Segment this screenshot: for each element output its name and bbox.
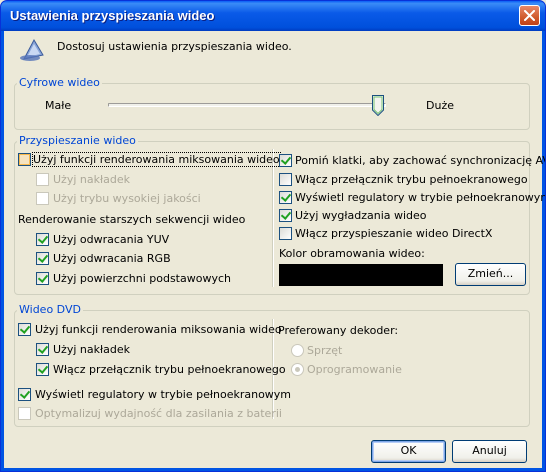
fullscreen-switch-label[interactable]: Włącz przełącznik trybu pełnoekranowego [295,173,528,186]
slider-max-label: Duże [426,99,454,112]
software-decoder-label[interactable]: Oprogramowanie [307,363,402,376]
primary-surfaces-label[interactable]: Użyj powierzchni podstawowych [53,272,231,285]
directx-label[interactable]: Włącz przyspieszanie wideo DirectX [295,227,492,240]
directx-checkbox[interactable] [279,227,292,240]
size-slider-track[interactable] [108,103,386,107]
video-accelerator-icon [20,38,44,61]
smoothing-label[interactable]: Użyj wygładzania wideo [295,209,427,222]
skip-frames-label[interactable]: Pomiń klatki, aby zachować synchronizacj… [295,154,545,167]
rgb-label[interactable]: Użyj odwracania RGB [53,252,171,265]
yuv-checkbox[interactable] [36,233,49,246]
size-slider-thumb[interactable] [372,95,384,116]
cancel-button[interactable]: Anuluj [452,440,527,463]
dvd-overlays-checkbox[interactable] [36,343,49,356]
software-decoder-radio[interactable] [291,363,304,376]
fullscreen-controls-label[interactable]: Wyświetl regulatory w trybie pełnoekrano… [295,191,545,204]
window-title: Ustawienia przyspieszania wideo [10,8,215,23]
battery-optimize-label[interactable]: Optymalizuj wydajność dla zasilania z ba… [35,407,282,420]
high-quality-checkbox[interactable] [36,192,49,205]
video-acceleration-legend: Przyspieszanie wideo [17,134,138,147]
dvd-video-legend: Wideo DVD [17,303,83,316]
hardware-decoder-label[interactable]: Sprzęt [307,344,342,357]
slider-min-label: Małe [45,99,72,112]
battery-optimize-checkbox[interactable] [18,407,31,420]
smoothing-checkbox[interactable] [279,209,292,222]
dvd-overlays-label[interactable]: Użyj nakładek [53,343,130,356]
border-color-label: Kolor obramowania wideo: [279,247,425,260]
overlays-label[interactable]: Użyj nakładek [53,173,130,186]
dialog-window: Ustawienia przyspieszania wideo Dostosuj… [0,0,546,472]
change-color-button[interactable]: Zmień... [455,263,526,286]
dvd-fullscreen-switch-label[interactable]: Włącz przełącznik trybu pełnoekranowego [53,363,286,376]
vertical-divider [272,149,274,287]
digital-video-legend: Cyfrowe wideo [17,76,102,89]
dvd-fullscreen-controls-label[interactable]: Wyświetl regulatory w trybie pełnoekrano… [35,388,291,401]
hardware-decoder-radio[interactable] [291,344,304,357]
skip-frames-checkbox[interactable] [279,154,292,167]
dvd-fullscreen-switch-checkbox[interactable] [36,363,49,376]
title-bar[interactable]: Ustawienia przyspieszania wideo [1,1,545,31]
legacy-rendering-label: Renderowanie starszych sekwencji wideo [18,213,246,226]
fullscreen-switch-checkbox[interactable] [279,173,292,186]
close-icon [524,10,535,21]
overlays-checkbox[interactable] [36,173,49,186]
border-color-swatch [279,264,443,286]
mixing-renderer-checkbox[interactable] [18,153,31,166]
close-button[interactable] [519,5,540,26]
high-quality-label[interactable]: Użyj trybu wysokiej jakości [53,192,201,205]
primary-surfaces-checkbox[interactable] [36,272,49,285]
dialog-body: Dostosuj ustawienia przyspieszania wideo… [4,31,545,468]
preferred-decoder-label: Preferowany dekoder: [278,324,399,337]
header-description: Dostosuj ustawienia przyspieszania wideo… [57,40,292,53]
fullscreen-controls-checkbox[interactable] [279,191,292,204]
dvd-mixing-label[interactable]: Użyj funkcji renderowania miksowania wid… [35,323,282,336]
mixing-renderer-label[interactable]: Użyj funkcji renderowania miksowania wid… [32,152,281,167]
dvd-mixing-checkbox[interactable] [18,323,31,336]
yuv-label[interactable]: Użyj odwracania YUV [53,233,169,246]
ok-button[interactable]: OK [371,440,446,463]
rgb-checkbox[interactable] [36,252,49,265]
dvd-fullscreen-controls-checkbox[interactable] [18,388,31,401]
